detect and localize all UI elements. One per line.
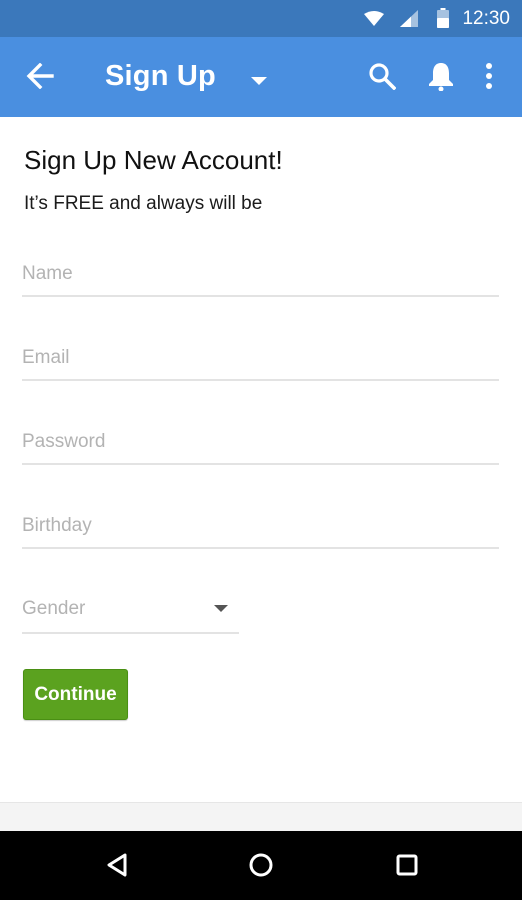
bell-icon [429, 63, 453, 92]
continue-button[interactable]: Continue [23, 669, 128, 720]
back-button[interactable] [26, 62, 54, 94]
gender-select[interactable]: Gender [22, 590, 239, 634]
search-button[interactable] [368, 62, 397, 95]
name-input[interactable] [22, 255, 499, 293]
more-options-button[interactable] [484, 62, 494, 97]
password-field [22, 423, 499, 465]
chevron-down-icon [214, 605, 228, 612]
password-input[interactable] [22, 423, 499, 461]
navigation-bar [0, 831, 522, 900]
home-circle-icon [249, 853, 273, 877]
gender-label: Gender [22, 598, 86, 619]
nav-home-button[interactable] [249, 853, 273, 882]
status-bar: 12:30 [0, 0, 522, 37]
name-field [22, 255, 499, 297]
birthday-field [22, 507, 499, 549]
email-field [22, 339, 499, 381]
back-triangle-icon [107, 853, 127, 877]
page-heading: Sign Up New Account! [24, 145, 283, 175]
bottom-divider [0, 802, 522, 832]
birthday-input[interactable] [22, 507, 499, 545]
recents-square-icon [396, 854, 418, 876]
more-vert-icon [486, 63, 492, 89]
back-arrow-icon [26, 62, 54, 90]
notifications-button[interactable] [428, 61, 454, 96]
app-bar: Sign Up [0, 37, 522, 117]
nav-back-button[interactable] [106, 853, 128, 882]
search-icon [369, 63, 397, 91]
title-dropdown-button[interactable] [250, 73, 268, 91]
signup-screen: 12:30 Sign Up Sign Up New Account! It’s … [0, 0, 522, 900]
signup-form: Sign Up New Account! It’s FREE and alway… [0, 117, 522, 802]
dropdown-caret-icon [251, 77, 267, 85]
signal-icon [400, 10, 418, 27]
wifi-icon [364, 11, 384, 26]
app-title: Sign Up [105, 60, 216, 92]
status-time: 12:30 [462, 8, 510, 29]
battery-icon [437, 8, 449, 28]
email-input[interactable] [22, 339, 499, 377]
nav-recents-button[interactable] [396, 854, 418, 881]
page-subheading: It’s FREE and always will be [24, 193, 263, 214]
